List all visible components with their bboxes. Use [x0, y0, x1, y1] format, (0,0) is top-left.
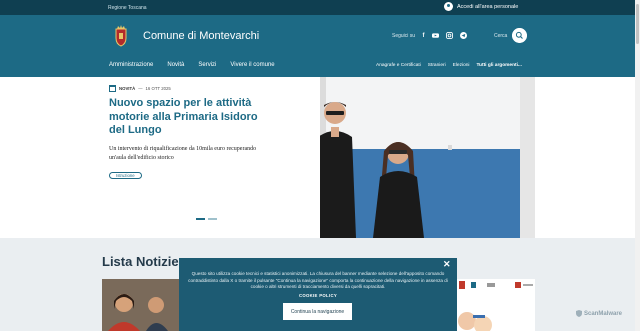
news-section-title: Lista Notizie	[102, 254, 179, 269]
watermark-text: ScanMalware	[584, 310, 623, 317]
nav-item-stranieri[interactable]: Stranieri	[428, 63, 446, 68]
nav-item-servizi[interactable]: Servizi	[198, 62, 216, 68]
login-label: Accedi all'area personale	[457, 3, 519, 10]
nav-item-vivere[interactable]: Vivere il comune	[230, 62, 274, 68]
close-icon[interactable]: ✕	[443, 259, 451, 270]
carousel-dots	[196, 218, 217, 220]
continue-button[interactable]: Continua la navigazione	[283, 303, 352, 320]
scrollbar-thumb[interactable]	[636, 4, 639, 44]
article-date: 16 OTT 2025	[145, 86, 171, 91]
telegram-icon[interactable]	[460, 32, 467, 39]
hero-photo	[320, 77, 535, 238]
instagram-icon[interactable]	[446, 32, 453, 39]
carousel-dot-active[interactable]	[196, 218, 205, 220]
shield-icon	[576, 310, 582, 317]
top-bar: Regione Toscana Accedi all'area personal…	[0, 0, 640, 15]
article-meta: NOVITÀ — 16 OTT 2025	[109, 85, 171, 92]
login-link[interactable]: Accedi all'area personale	[444, 2, 518, 11]
site-title[interactable]: Comune di Montevarchi	[143, 30, 259, 42]
youtube-icon[interactable]	[432, 32, 439, 39]
carousel-dot[interactable]	[208, 218, 217, 220]
calendar-icon	[109, 85, 116, 92]
user-icon	[444, 2, 453, 11]
watermark: ScanMalware	[576, 310, 622, 317]
article-headline[interactable]: Nuovo spazio per le attività motorie all…	[109, 97, 274, 138]
follow-label: Seguici su	[392, 33, 416, 39]
cookie-banner: ✕ Questo sito utilizza cookie tecnici e …	[179, 258, 457, 331]
nav-item-novita[interactable]: Novità	[167, 62, 184, 68]
crest-icon[interactable]	[114, 25, 128, 47]
nav-item-all-topics[interactable]: Tutti gli argomenti...	[476, 63, 521, 68]
search-label: Cerca	[494, 33, 508, 39]
main-nav: Amministrazione Novità Servizi Vivere il…	[109, 62, 275, 68]
meta-separator: —	[138, 86, 143, 91]
nav-item-amministrazione[interactable]: Amministrazione	[109, 62, 153, 68]
facebook-icon[interactable]: f	[420, 32, 427, 39]
nav-item-anagrafe[interactable]: Anagrafe e Certificati	[376, 63, 421, 68]
news-card-image[interactable]	[102, 279, 180, 331]
region-link[interactable]: Regione Toscana	[108, 5, 147, 11]
news-card-image-2[interactable]	[457, 279, 535, 331]
article-description: Un intervento di riqualificazione da 10m…	[109, 146, 257, 161]
article-category: NOVITÀ	[119, 86, 136, 91]
cookie-text: Questo sito utilizza cookie tecnici e st…	[188, 271, 448, 290]
search-icon[interactable]	[512, 28, 527, 43]
nav-item-elezioni[interactable]: Elezioni	[453, 63, 470, 68]
site-header: Comune di Montevarchi Seguici su f Cerca…	[0, 15, 640, 77]
secondary-nav: Anagrafe e Certificati Stranieri Elezion…	[376, 63, 522, 68]
cookie-policy-link[interactable]: COOKIE POLICY	[179, 293, 457, 298]
scrollbar[interactable]	[635, 0, 640, 331]
topic-tag[interactable]: Istruzione	[109, 172, 142, 179]
